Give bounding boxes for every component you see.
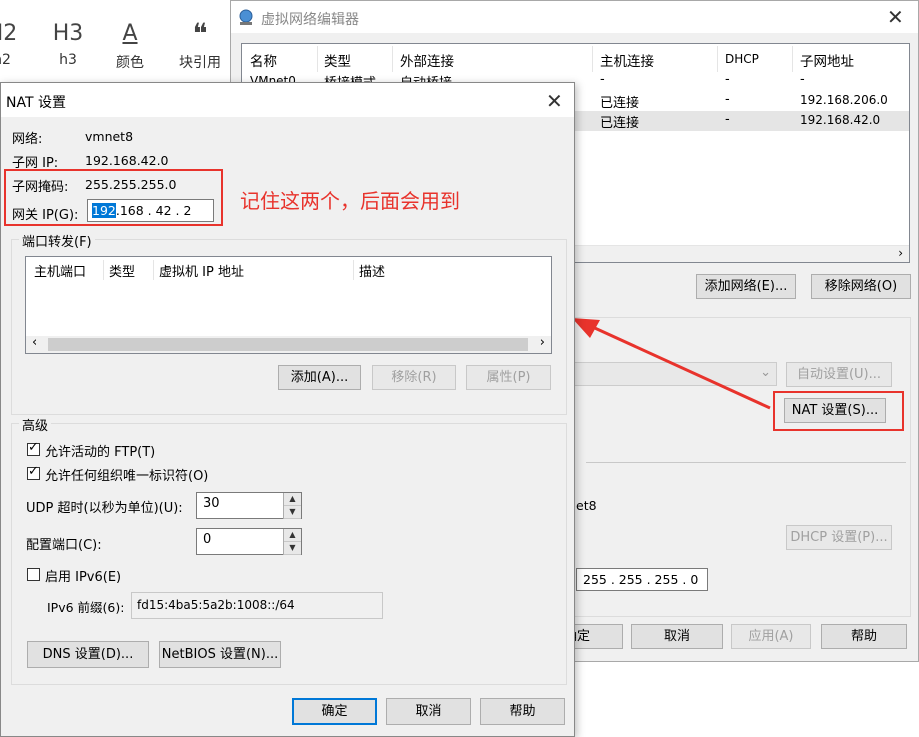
vne-help-button[interactable]: 帮助 [821,624,907,649]
config-port-value: 0 [203,532,212,547]
scroll-right-icon[interactable]: › [898,246,903,260]
vne-close-icon[interactable]: ✕ [887,7,904,27]
toolbar-blockquote-label: 块引用 [179,55,221,71]
vmnet-name-partial: et8 [576,498,597,513]
vne-cancel-button[interactable]: 取消 [631,624,723,649]
font-color-icon: A [122,21,138,46]
toolbar-blockquote[interactable]: ❝ 块引用 [170,18,230,72]
col-external[interactable]: 外部连接 [400,50,454,70]
row-subnet: 192.168.206.0 [800,93,888,107]
remove-network-button[interactable]: 移除网络(O) [811,274,911,299]
toolbar-h2[interactable]: H2 h2 [0,18,32,68]
row-host: - [600,72,605,87]
allow-ftp-checkbox[interactable]: ✓ [27,440,40,456]
spin-down-icon[interactable]: ▼ [284,542,301,555]
pf-scroll-thumb[interactable] [48,338,528,351]
vne-titlebar: 虚拟网络编辑器 ✕ [231,1,918,33]
nat-close-icon[interactable]: ✕ [546,91,563,111]
toolbar-h2-label: h2 [0,52,11,68]
toolbar-h3[interactable]: H3 h3 [38,18,98,68]
pf-hscroll[interactable]: ‹ › [26,335,551,353]
blockquote-icon: ❝ [192,17,208,50]
toolbar-h3-label: h3 [59,52,77,68]
pf-col-type[interactable]: 类型 [109,261,135,280]
network-label: 网络: [12,132,43,147]
config-port-stepper[interactable]: 0 ▲ ▼ [196,528,302,555]
check-icon: ✓ [28,464,39,479]
advanced-label: 高级 [19,415,52,434]
col-host[interactable]: 主机连接 [600,50,654,70]
subnet-mask-field[interactable]: 255 . 255 . 255 . 0 [576,568,708,591]
nat-titlebar: NAT 设置 ✕ [1,83,574,117]
auto-settings-button[interactable]: 自动设置(U)... [786,362,892,387]
pf-col-desc[interactable]: 描述 [359,261,385,280]
allow-ftp-label[interactable]: 允许活动的 FTP(T) [45,441,155,460]
row-subnet: - [800,72,805,87]
annotation-arrow-icon [572,318,771,410]
row-dhcp: - [725,72,730,87]
ipv6-prefix-field[interactable]: fd15:4ba5:5a2b:1008::/64 [131,592,383,619]
udp-timeout-stepper[interactable]: 30 ▲ ▼ [196,492,302,519]
spin-down-icon[interactable]: ▼ [284,506,301,519]
ipv6-prefix-label: IPv6 前缀(6): [47,600,125,615]
col-name[interactable]: 名称 [250,50,277,70]
network-globe-icon [239,9,253,25]
heading-2-icon: H2 [0,21,18,46]
port-forward-list[interactable]: 主机端口 类型 虚拟机 IP 地址 描述 ‹ › [25,256,552,354]
enable-ipv6-checkbox[interactable] [27,568,40,581]
pf-properties-button[interactable]: 属性(P) [466,365,551,390]
heading-3-icon: H3 [52,21,84,46]
subnet-ip-value: 192.168.42.0 [85,153,169,168]
toolbar-color[interactable]: A 颜色 [100,18,160,72]
dns-settings-button[interactable]: DNS 设置(D)... [27,641,149,668]
nat-cancel-button[interactable]: 取消 [386,698,471,725]
pf-add-button[interactable]: 添加(A)... [278,365,361,390]
col-type[interactable]: 类型 [324,50,351,70]
scroll-left-icon[interactable]: ‹ [32,335,37,350]
config-port-label: 配置端口(C): [26,538,102,553]
scroll-right-icon[interactable]: › [540,335,545,350]
pf-col-host-port[interactable]: 主机端口 [34,261,86,280]
dhcp-settings-button[interactable]: DHCP 设置(P)... [786,525,892,550]
row-host: 已连接 [600,96,640,111]
port-forward-label: 端口转发(F) [19,231,95,250]
config-port-spin[interactable]: ▲ ▼ [283,529,301,555]
pf-col-vm-ip[interactable]: 虚拟机 IP 地址 [159,261,244,280]
separator [586,462,906,463]
col-dhcp[interactable]: DHCP [725,52,759,66]
allow-oui-label[interactable]: 允许任何组织唯一标识符(O) [45,465,208,484]
col-subnet[interactable]: 子网地址 [800,50,854,70]
allow-oui-checkbox[interactable]: ✓ [27,464,40,480]
mask-gateway-highlight [4,169,223,226]
check-icon: ✓ [28,440,39,455]
enable-ipv6-label[interactable]: 启用 IPv6(E) [45,566,121,585]
row-subnet: 192.168.42.0 [800,113,881,127]
spin-up-icon[interactable]: ▲ [284,493,301,506]
annotation-text: 记住这两个，后面会用到 [240,189,460,213]
row-dhcp: - [725,92,730,107]
udp-timeout-value: 30 [203,496,220,511]
nat-ok-button[interactable]: 确定 [292,698,377,725]
nat-title: NAT 设置 [6,95,66,111]
pf-remove-button[interactable]: 移除(R) [372,365,456,390]
row-dhcp: - [725,112,730,127]
add-network-button[interactable]: 添加网络(E)... [696,274,796,299]
netbios-settings-button[interactable]: NetBIOS 设置(N)... [159,641,281,668]
vne-title: 虚拟网络编辑器 [261,12,359,28]
row-host: 已连接 [600,116,640,131]
udp-timeout-label: UDP 超时(以秒为单位)(U): [26,501,183,516]
vne-apply-button[interactable]: 应用(A) [731,624,811,649]
nat-help-button[interactable]: 帮助 [480,698,565,725]
toolbar-color-label: 颜色 [116,55,144,71]
network-value: vmnet8 [85,129,134,144]
udp-spin[interactable]: ▲ ▼ [283,493,301,519]
spin-up-icon[interactable]: ▲ [284,529,301,542]
nat-button-highlight [773,391,904,431]
